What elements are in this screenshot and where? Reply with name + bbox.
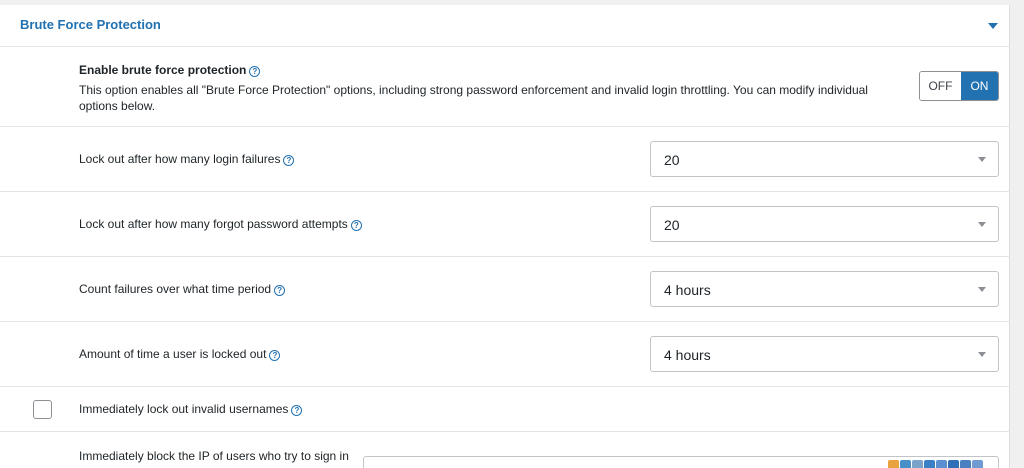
browser-extension-tray: [888, 460, 983, 468]
help-icon[interactable]: ?: [269, 350, 281, 361]
chevron-down-icon: [978, 157, 986, 162]
section-title: Brute Force Protection: [20, 17, 161, 32]
enable-description: This option enables all "Brute Force Pro…: [79, 83, 868, 113]
select-value: 20: [664, 217, 680, 233]
toggle-off-button[interactable]: OFF: [920, 72, 961, 100]
right-gutter: [1010, 0, 1024, 468]
invalid-usernames-text: Immediately lock out invalid usernames: [79, 402, 289, 416]
select-value: 4 hours: [664, 347, 711, 363]
extension-icon[interactable]: [948, 460, 959, 468]
chevron-down-icon: [978, 287, 986, 292]
time-period-text: Count failures over what time period: [79, 282, 272, 296]
chevron-down-icon: [978, 222, 986, 227]
enable-brute-force-row: Enable brute force protection? This opti…: [0, 47, 1010, 127]
lockout-duration-row: Amount of time a user is locked out? 4 h…: [0, 322, 1010, 387]
login-failures-text: Lock out after how many login failures: [79, 152, 281, 166]
enable-toggle[interactable]: OFF ON: [919, 71, 999, 101]
extension-icon[interactable]: [960, 460, 971, 468]
lockout-duration-text: Amount of time a user is locked out: [79, 347, 267, 361]
extension-icon[interactable]: [912, 460, 923, 468]
select-value: 4 hours: [664, 282, 711, 298]
select-value: 20: [664, 152, 680, 168]
brute-force-panel: Brute Force Protection Enable brute forc…: [0, 5, 1010, 468]
time-period-row: Count failures over what time period? 4 …: [0, 257, 1010, 322]
extension-icon[interactable]: [900, 460, 911, 468]
toggle-on-button[interactable]: ON: [960, 72, 998, 100]
block-ip-label: Immediately block the IP of users who tr…: [79, 449, 349, 463]
login-failures-row: Lock out after how many login failures? …: [0, 127, 1010, 192]
login-failures-label: Lock out after how many login failures?: [79, 152, 295, 166]
invalid-usernames-checkbox[interactable]: [33, 400, 52, 419]
chevron-down-icon: [978, 352, 986, 357]
time-period-label: Count failures over what time period?: [79, 282, 286, 296]
forgot-password-select[interactable]: 20: [650, 206, 999, 242]
section-header[interactable]: Brute Force Protection: [0, 5, 1010, 47]
enable-title-text: Enable brute force protection: [79, 63, 247, 77]
enable-title: Enable brute force protection?: [79, 63, 261, 77]
time-period-select[interactable]: 4 hours: [650, 271, 999, 307]
block-ip-row: Immediately block the IP of users who tr…: [0, 432, 1010, 468]
collapse-caret-icon[interactable]: [988, 23, 998, 29]
forgot-password-label: Lock out after how many forgot password …: [79, 217, 362, 231]
help-icon[interactable]: ?: [249, 66, 261, 77]
help-icon[interactable]: ?: [291, 405, 303, 416]
extension-icon[interactable]: [936, 460, 947, 468]
lockout-duration-label: Amount of time a user is locked out?: [79, 347, 281, 361]
invalid-usernames-label: Immediately lock out invalid usernames?: [79, 402, 303, 416]
extension-icon[interactable]: [972, 460, 983, 468]
extension-icon[interactable]: [888, 460, 899, 468]
invalid-usernames-row: Immediately lock out invalid usernames?: [0, 387, 1010, 432]
forgot-password-text: Lock out after how many forgot password …: [79, 217, 348, 231]
forgot-password-row: Lock out after how many forgot password …: [0, 192, 1010, 257]
login-failures-select[interactable]: 20: [650, 141, 999, 177]
help-icon[interactable]: ?: [350, 220, 362, 231]
help-icon[interactable]: ?: [283, 155, 295, 166]
help-icon[interactable]: ?: [274, 285, 286, 296]
lockout-duration-select[interactable]: 4 hours: [650, 336, 999, 372]
extension-icon[interactable]: [924, 460, 935, 468]
